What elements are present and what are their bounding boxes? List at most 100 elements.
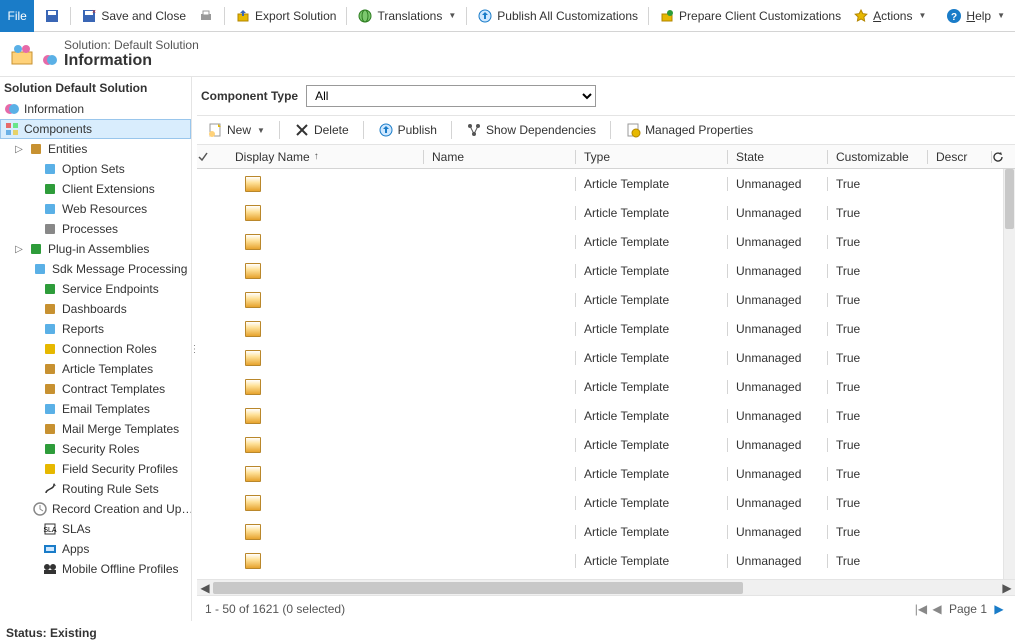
- sidebar-item-email-templates[interactable]: Email Templates: [0, 399, 191, 419]
- col-header-name[interactable]: Name: [423, 150, 575, 164]
- cell-type: Article Template: [575, 525, 727, 539]
- sidebar-item-web-resources[interactable]: Web Resources: [0, 199, 191, 219]
- component-type-select[interactable]: All: [306, 85, 596, 107]
- cell-type: Article Template: [575, 409, 727, 423]
- sidebar-item-routing-rule-sets[interactable]: Routing Rule Sets: [0, 479, 191, 499]
- print-icon: [198, 8, 214, 24]
- managed-props-label: Managed Properties: [645, 123, 753, 137]
- table-row[interactable]: Article TemplateUnmanagedTrue: [197, 459, 1003, 488]
- article-template-icon: [245, 495, 261, 511]
- export-button[interactable]: Export Solution: [231, 6, 340, 26]
- sidebar-item-label: Connection Roles: [62, 342, 157, 356]
- sidebar-item-sdk-message-processing-[interactable]: Sdk Message Processing …: [0, 259, 191, 279]
- sidebar-item-components[interactable]: Components: [0, 119, 191, 139]
- help-button[interactable]: ? Help ▼: [942, 6, 1009, 26]
- cell-customizable: True: [827, 467, 927, 481]
- sidebar-item-connection-roles[interactable]: Connection Roles: [0, 339, 191, 359]
- sidebar-item-record-creation-and-up-[interactable]: Record Creation and Up…: [0, 499, 191, 519]
- translations-button[interactable]: Translations ▼: [353, 6, 460, 26]
- col-header-display-name[interactable]: Display Name ↑: [231, 150, 423, 164]
- sidebar-item-option-sets[interactable]: Option Sets: [0, 159, 191, 179]
- refresh-button[interactable]: [991, 151, 1015, 163]
- sidebar-item-processes[interactable]: Processes: [0, 219, 191, 239]
- sidebar-item-field-security-profiles[interactable]: Field Security Profiles: [0, 459, 191, 479]
- hscroll-left-button[interactable]: ◀: [197, 580, 213, 596]
- table-row[interactable]: Article TemplateUnmanagedTrue: [197, 517, 1003, 546]
- sidebar-item-information[interactable]: Information: [0, 99, 191, 119]
- prepare-label: Prepare Client Customizations: [679, 9, 841, 23]
- pager-first-button[interactable]: |◀: [913, 601, 929, 617]
- vertical-scrollbar[interactable]: [1003, 169, 1015, 579]
- col-header-customizable[interactable]: Customizable: [827, 150, 927, 164]
- horizontal-scrollbar[interactable]: ◀ ▶: [197, 579, 1015, 595]
- plugin-icon: [28, 241, 44, 257]
- sidebar-item-article-templates[interactable]: Article Templates: [0, 359, 191, 379]
- sidebar-item-reports[interactable]: Reports: [0, 319, 191, 339]
- solution-icon: [10, 42, 34, 66]
- cell-customizable: True: [827, 496, 927, 510]
- table-row[interactable]: Article TemplateUnmanagedTrue: [197, 256, 1003, 285]
- table-row[interactable]: Article TemplateUnmanagedTrue: [197, 372, 1003, 401]
- expand-icon[interactable]: ▷: [14, 244, 24, 255]
- sidebar-item-client-extensions[interactable]: Client Extensions: [0, 179, 191, 199]
- sidebar-item-contract-templates[interactable]: Contract Templates: [0, 379, 191, 399]
- article-template-icon: [245, 350, 261, 366]
- expand-icon[interactable]: ▷: [14, 144, 24, 155]
- article-template-icon: [245, 292, 261, 308]
- sidebar-item-mail-merge-templates[interactable]: Mail Merge Templates: [0, 419, 191, 439]
- save-close-icon: ×: [81, 8, 97, 24]
- article-template-icon: [245, 466, 261, 482]
- sidebar-item-label: Routing Rule Sets: [62, 482, 159, 496]
- cell-type: Article Template: [575, 554, 727, 568]
- table-row[interactable]: Article TemplateUnmanagedTrue: [197, 488, 1003, 517]
- cell-state: Unmanaged: [727, 264, 827, 278]
- prepare-button[interactable]: Prepare Client Customizations: [655, 6, 845, 26]
- sidebar-item-entities[interactable]: ▷Entities: [0, 139, 191, 159]
- managed-props-button[interactable]: Managed Properties: [619, 119, 759, 141]
- hscroll-right-button[interactable]: ▶: [999, 580, 1015, 596]
- col-header-state[interactable]: State: [727, 150, 827, 164]
- sidebar-item-label: SLAs: [62, 522, 91, 536]
- col-header-check[interactable]: [197, 151, 231, 163]
- table-row[interactable]: Article TemplateUnmanagedTrue: [197, 285, 1003, 314]
- col-header-type[interactable]: Type: [575, 150, 727, 164]
- table-row[interactable]: Article TemplateUnmanagedTrue: [197, 343, 1003, 372]
- file-tab[interactable]: File: [0, 0, 34, 32]
- pager-next-button[interactable]: ▶: [991, 601, 1007, 617]
- sidebar-item-apps[interactable]: Apps: [0, 539, 191, 559]
- cell-customizable: True: [827, 351, 927, 365]
- article-template-icon: [245, 437, 261, 453]
- sidebar-item-service-endpoints[interactable]: Service Endpoints: [0, 279, 191, 299]
- sidebar-item-security-roles[interactable]: Security Roles: [0, 439, 191, 459]
- show-deps-button[interactable]: Show Dependencies: [460, 119, 602, 141]
- new-button[interactable]: New ▼: [201, 119, 271, 141]
- sidebar-item-slas[interactable]: SLASLAs: [0, 519, 191, 539]
- save-button[interactable]: [40, 6, 64, 26]
- pager-prev-button[interactable]: ◀: [929, 601, 945, 617]
- sidebar-item-plug-in-assemblies[interactable]: ▷Plug-in Assemblies: [0, 239, 191, 259]
- table-row[interactable]: Article TemplateUnmanagedTrue: [197, 169, 1003, 198]
- table-row[interactable]: Article TemplateUnmanagedTrue: [197, 401, 1003, 430]
- info-icon: [42, 52, 58, 68]
- col-header-description[interactable]: Descr: [927, 150, 991, 164]
- table-row[interactable]: Article TemplateUnmanagedTrue: [197, 314, 1003, 343]
- svg-text:×: ×: [92, 9, 96, 16]
- save-close-button[interactable]: × Save and Close: [77, 6, 190, 26]
- table-row[interactable]: Article TemplateUnmanagedTrue: [197, 546, 1003, 575]
- cell-state: Unmanaged: [727, 438, 827, 452]
- publish-all-button[interactable]: Publish All Customizations: [473, 6, 642, 26]
- cell-type: Article Template: [575, 322, 727, 336]
- sidebar-item-mobile-offline-profiles[interactable]: Mobile Offline Profiles: [0, 559, 191, 579]
- actions-button[interactable]: AActionsctions ▼: [849, 6, 930, 26]
- webres-icon: [42, 201, 58, 217]
- delete-button[interactable]: Delete: [288, 119, 355, 141]
- table-row[interactable]: Article TemplateUnmanagedTrue: [197, 227, 1003, 256]
- table-row[interactable]: Article TemplateUnmanagedTrue: [197, 198, 1003, 227]
- print-button[interactable]: [194, 6, 218, 26]
- cell-state: Unmanaged: [727, 409, 827, 423]
- table-row[interactable]: Article TemplateUnmanagedTrue: [197, 430, 1003, 459]
- publish-icon: [378, 122, 394, 138]
- cell-type: Article Template: [575, 264, 727, 278]
- sidebar-item-dashboards[interactable]: Dashboards: [0, 299, 191, 319]
- publish-button[interactable]: Publish: [372, 119, 443, 141]
